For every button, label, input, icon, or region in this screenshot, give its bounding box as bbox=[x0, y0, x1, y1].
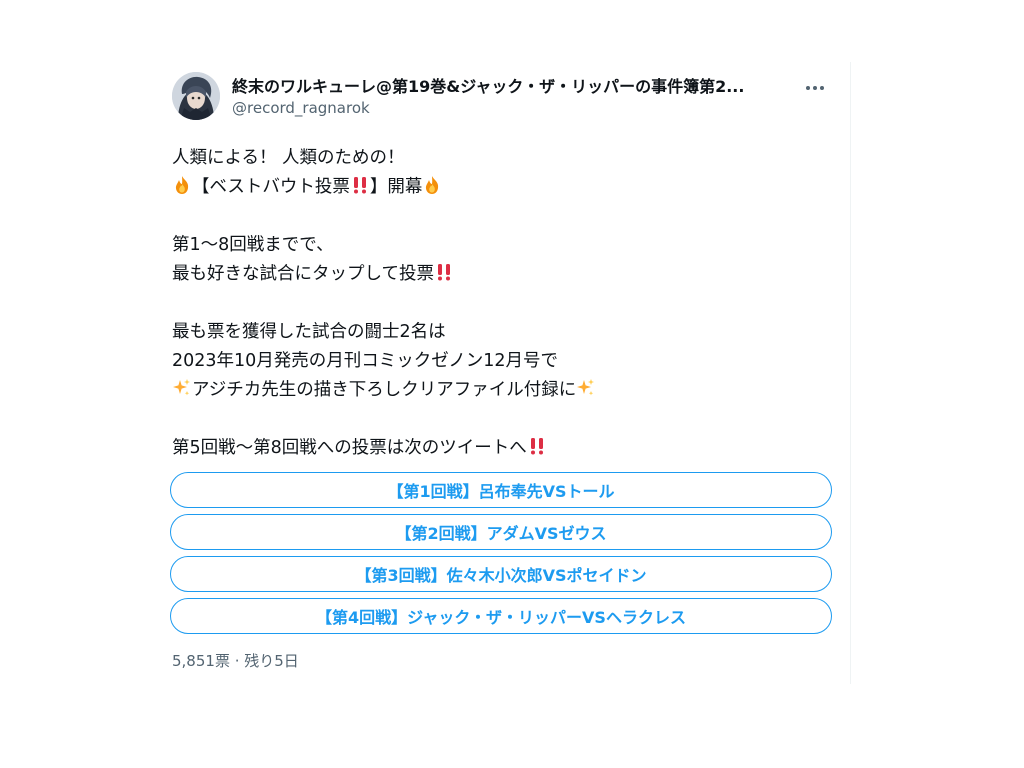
tweet-line: アジチカ先生の描き下ろしクリアファイル付録に bbox=[172, 376, 832, 405]
tweet-line: 2023年10月発売の月刊コミックゼノン12月号で bbox=[172, 351, 559, 371]
author-name[interactable]: 終末のワルキューレ@第19巻&ジャック・ザ・リッパーの事件簿第2... bbox=[232, 76, 792, 98]
tweet-line-text: 最も好きな試合にタップして投票 bbox=[172, 264, 434, 284]
poll-option-3[interactable]: 【第3回戦】佐々木小次郎VSポセイドン bbox=[170, 556, 832, 592]
tweet-line-text: 第5回戦〜第8回戦への投票は次のツイートへ bbox=[172, 438, 527, 458]
tweet-card: 終末のワルキューレ@第19巻&ジャック・ザ・リッパーの事件簿第2... @rec… bbox=[152, 62, 851, 684]
tweet-header: 終末のワルキューレ@第19巻&ジャック・ザ・リッパーの事件簿第2... @rec… bbox=[172, 72, 832, 122]
tweet-line: 【ベストバウト投票 】開幕 bbox=[172, 173, 832, 202]
double-exclamation-emoji-icon bbox=[353, 177, 366, 194]
tweet-line: 人類による！ 人類のための！ bbox=[172, 148, 405, 168]
tweet-text: 人類による！ 人類のための！ 【ベストバウト投票 】開幕 第1〜8回戦までで、 … bbox=[172, 144, 832, 463]
avatar-image bbox=[172, 72, 220, 120]
poll-option-1[interactable]: 【第1回戦】呂布奉先VSトール bbox=[170, 472, 832, 508]
double-exclamation-emoji-icon bbox=[437, 264, 450, 281]
sparkles-emoji-icon bbox=[577, 379, 595, 396]
poll-footer: 5,851票 · 残り5日 bbox=[172, 652, 299, 670]
tweet-line: 第5回戦〜第8回戦への投票は次のツイートへ bbox=[172, 434, 832, 463]
avatar[interactable] bbox=[172, 72, 220, 120]
poll-option-4[interactable]: 【第4回戦】ジャック・ザ・リッパーVSヘラクレス bbox=[170, 598, 832, 634]
fire-emoji-icon bbox=[426, 176, 439, 194]
tweet-line-text: 【ベストバウト投票 bbox=[192, 177, 350, 197]
tweet-line-text: 】開幕 bbox=[369, 177, 423, 197]
double-exclamation-emoji-icon bbox=[530, 438, 543, 455]
poll-option-2[interactable]: 【第2回戦】アダムVSゼウス bbox=[170, 514, 832, 550]
tweet-line: 最も好きな試合にタップして投票 bbox=[172, 260, 832, 289]
fire-emoji-icon bbox=[175, 176, 189, 194]
tweet-line: 最も票を獲得した試合の闘士2名は bbox=[172, 322, 446, 342]
tweet-line-text: アジチカ先生の描き下ろしクリアファイル付録に bbox=[192, 380, 577, 400]
poll: 【第1回戦】呂布奉先VSトール 【第2回戦】アダムVSゼウス 【第3回戦】佐々木… bbox=[170, 472, 832, 640]
author-handle[interactable]: @record_ragnarok bbox=[232, 98, 370, 118]
more-options-icon[interactable] bbox=[800, 76, 830, 100]
sparkles-emoji-icon bbox=[173, 379, 190, 396]
tweet-line: 第1〜8回戦までで、 bbox=[172, 235, 334, 255]
